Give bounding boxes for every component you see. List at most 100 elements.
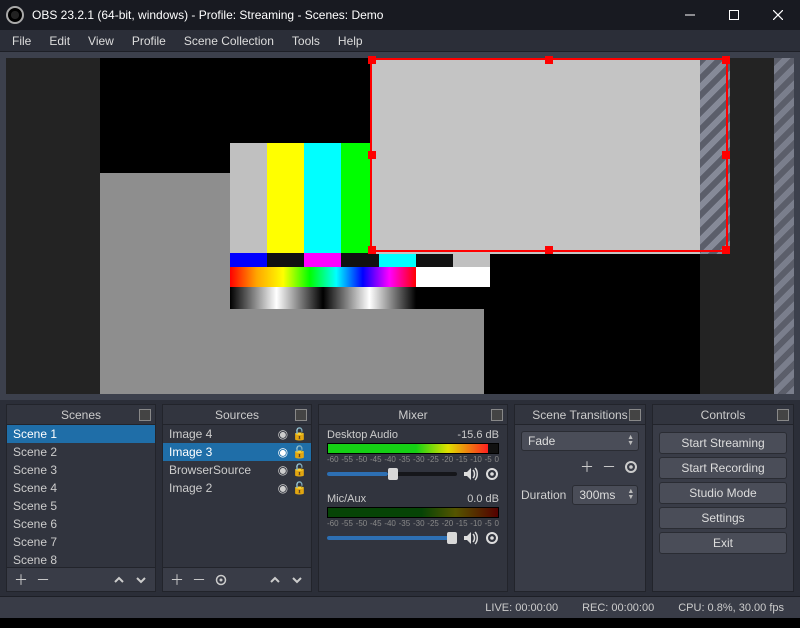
mixer-body: Desktop Audio -15.6 dB -60-55-50-45-40-3… <box>319 425 507 591</box>
statusbar: LIVE: 00:00:00 REC: 00:00:00 CPU: 0.8%, … <box>0 596 800 618</box>
duration-input[interactable]: 300ms ▲▼ <box>572 485 638 505</box>
scrollbar-right[interactable] <box>774 58 794 394</box>
move-source-down-button[interactable] <box>289 572 305 588</box>
app-logo <box>6 6 24 24</box>
scene-item[interactable]: Scene 6 <box>7 515 155 533</box>
channel-name: Mic/Aux <box>327 493 366 505</box>
menu-file[interactable]: File <box>4 32 39 50</box>
panel-scenes: Scenes Scene 1 Scene 2 Scene 3 Scene 4 S… <box>6 404 156 592</box>
channel-db: -15.6 dB <box>457 429 499 441</box>
mixer-channel: Mic/Aux 0.0 dB -60-55-50-45-40-35-30-25-… <box>319 489 507 547</box>
panel-mixer-title: Mixer <box>398 408 427 422</box>
maximize-button[interactable] <box>712 0 756 30</box>
gear-icon[interactable] <box>485 467 499 481</box>
titlebar: OBS 23.2.1 (64-bit, windows) - Profile: … <box>0 0 800 30</box>
selection-outline[interactable] <box>370 58 728 252</box>
popout-icon[interactable] <box>629 409 641 421</box>
bottom-border <box>0 618 800 628</box>
move-scene-down-button[interactable] <box>133 572 149 588</box>
channel-name: Desktop Audio <box>327 429 398 441</box>
add-scene-button[interactable]: ＋ <box>13 572 29 588</box>
panel-scenes-title: Scenes <box>61 408 101 422</box>
menu-edit[interactable]: Edit <box>41 32 78 50</box>
lock-icon[interactable]: 🔓 <box>292 427 307 441</box>
window-title: OBS 23.2.1 (64-bit, windows) - Profile: … <box>32 8 668 22</box>
scenes-list[interactable]: Scene 1 Scene 2 Scene 3 Scene 4 Scene 5 … <box>7 425 155 567</box>
mute-icon[interactable] <box>463 467 479 481</box>
panels-row: Scenes Scene 1 Scene 2 Scene 3 Scene 4 S… <box>0 400 800 596</box>
scene-item[interactable]: Scene 4 <box>7 479 155 497</box>
preview-canvas[interactable] <box>100 58 700 394</box>
studio-mode-button[interactable]: Studio Mode <box>659 482 787 504</box>
preview-area <box>0 52 800 400</box>
settings-button[interactable]: Settings <box>659 507 787 529</box>
meter-ticks: -60-55-50-45-40-35-30-25-20-15-10-50 <box>327 519 499 528</box>
scene-item[interactable]: Scene 5 <box>7 497 155 515</box>
panel-transitions: Scene Transitions Fade ▲▼ ＋ － Duration 3… <box>514 404 646 592</box>
source-item[interactable]: Image 3◉🔓 <box>163 443 311 461</box>
source-item[interactable]: Image 2◉🔓 <box>163 479 311 497</box>
gear-icon[interactable] <box>485 531 499 545</box>
exit-button[interactable]: Exit <box>659 532 787 554</box>
panel-controls: Controls Start Streaming Start Recording… <box>652 404 794 592</box>
panel-sources: Sources Image 4◉🔓 Image 3◉🔓 BrowserSourc… <box>162 404 312 592</box>
remove-scene-button[interactable]: － <box>35 572 51 588</box>
transition-select[interactable]: Fade ▲▼ <box>521 431 639 451</box>
volume-slider[interactable] <box>327 472 457 476</box>
menu-help[interactable]: Help <box>330 32 371 50</box>
channel-db: 0.0 dB <box>467 493 499 505</box>
eye-icon[interactable]: ◉ <box>278 445 288 459</box>
scene-item[interactable]: Scene 8 <box>7 551 155 567</box>
menu-profile[interactable]: Profile <box>124 32 174 50</box>
menu-scene-collection[interactable]: Scene Collection <box>176 32 282 50</box>
source-properties-button[interactable] <box>213 572 229 588</box>
eye-icon[interactable]: ◉ <box>278 463 288 477</box>
status-cpu: CPU: 0.8%, 30.00 fps <box>678 602 784 614</box>
scene-item[interactable]: Scene 7 <box>7 533 155 551</box>
move-scene-up-button[interactable] <box>111 572 127 588</box>
source-item[interactable]: Image 4◉🔓 <box>163 425 311 443</box>
move-source-up-button[interactable] <box>267 572 283 588</box>
eye-icon[interactable]: ◉ <box>278 481 288 495</box>
lock-icon[interactable]: 🔓 <box>292 445 307 459</box>
add-transition-button[interactable]: ＋ <box>579 459 595 475</box>
duration-label: Duration <box>521 488 566 502</box>
panel-scenes-header: Scenes <box>7 405 155 425</box>
eye-icon[interactable]: ◉ <box>278 427 288 441</box>
lock-icon[interactable]: 🔓 <box>292 481 307 495</box>
start-streaming-button[interactable]: Start Streaming <box>659 432 787 454</box>
panel-sources-header: Sources <box>163 405 311 425</box>
close-button[interactable] <box>756 0 800 30</box>
popout-icon[interactable] <box>491 409 503 421</box>
start-recording-button[interactable]: Start Recording <box>659 457 787 479</box>
add-source-button[interactable]: ＋ <box>169 572 185 588</box>
remove-transition-button[interactable]: － <box>601 459 617 475</box>
menu-tools[interactable]: Tools <box>284 32 328 50</box>
mute-icon[interactable] <box>463 531 479 545</box>
popout-icon[interactable] <box>777 409 789 421</box>
panel-transitions-title: Scene Transitions <box>532 408 627 422</box>
chevron-updown-icon: ▲▼ <box>627 489 634 501</box>
scene-item[interactable]: Scene 2 <box>7 443 155 461</box>
preview-background <box>6 58 794 394</box>
scene-item[interactable]: Scene 1 <box>7 425 155 443</box>
panel-mixer-header: Mixer <box>319 405 507 425</box>
panel-transitions-header: Scene Transitions <box>515 405 645 425</box>
scene-item[interactable]: Scene 3 <box>7 461 155 479</box>
transition-properties-button[interactable] <box>623 459 639 475</box>
lock-icon[interactable]: 🔓 <box>292 463 307 477</box>
panel-sources-title: Sources <box>215 408 259 422</box>
remove-source-button[interactable]: － <box>191 572 207 588</box>
popout-icon[interactable] <box>295 409 307 421</box>
audio-meter <box>327 443 499 454</box>
audio-meter <box>327 507 499 518</box>
panel-mixer: Mixer Desktop Audio -15.6 dB -60-55-50-4… <box>318 404 508 592</box>
meter-ticks: -60-55-50-45-40-35-30-25-20-15-10-50 <box>327 455 499 464</box>
volume-slider[interactable] <box>327 536 457 540</box>
source-item[interactable]: BrowserSource◉🔓 <box>163 461 311 479</box>
minimize-button[interactable] <box>668 0 712 30</box>
menu-view[interactable]: View <box>80 32 122 50</box>
popout-icon[interactable] <box>139 409 151 421</box>
sources-list[interactable]: Image 4◉🔓 Image 3◉🔓 BrowserSource◉🔓 Imag… <box>163 425 311 567</box>
menubar: File Edit View Profile Scene Collection … <box>0 30 800 52</box>
